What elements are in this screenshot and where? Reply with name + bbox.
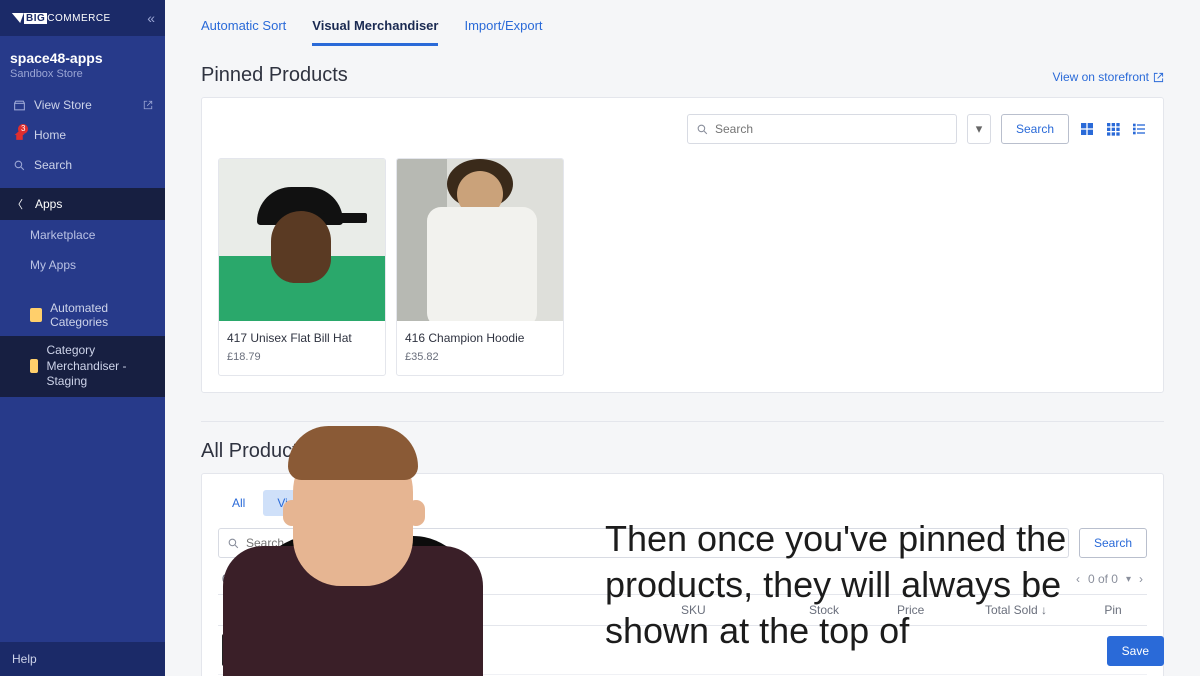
product-title: 416 Champion Hoodie (405, 331, 555, 345)
store-block: space48-apps Sandbox Store (0, 36, 165, 90)
nav-apps-section[interactable]: 〈 Apps (0, 188, 165, 220)
pinned-card: ▾ Search 417 Unise (201, 97, 1164, 393)
pinned-search-box[interactable] (687, 114, 957, 144)
tab-visual-merchandiser[interactable]: Visual Merchandiser (312, 12, 438, 46)
filter-tab-all[interactable]: All (218, 490, 259, 516)
col-sku[interactable]: SKU (681, 603, 801, 617)
product-card[interactable]: 416 Champion Hoodie £35.82 (396, 158, 564, 376)
primary-nav: View Store 3 Home Search (0, 90, 165, 180)
app-category-merchandiser[interactable]: Category Merchandiser - Staging (0, 336, 165, 397)
pager-next[interactable]: › (1139, 572, 1143, 586)
product-image (219, 159, 385, 321)
pinned-search-button[interactable]: Search (1001, 114, 1069, 144)
table-header: Name SKU Stock Price Total Sold ↓ Pin (218, 594, 1147, 626)
nav-apps-label: Apps (35, 197, 62, 211)
product-count: 0 Products (222, 572, 279, 586)
row-thumb (222, 634, 254, 666)
external-link-icon (143, 100, 153, 110)
all-products-card: All Visible Search 0 Products ‹ 0 of 0 (201, 473, 1164, 676)
pinned-product-grid: 417 Unisex Flat Bill Hat £18.79 416 Cham… (218, 158, 1147, 376)
app-chip-icon (30, 359, 38, 373)
all-search-button[interactable]: Search (1079, 528, 1147, 558)
nav-my-apps[interactable]: My Apps (0, 250, 165, 280)
pager-prev[interactable]: ‹ (1076, 572, 1080, 586)
view-storefront-link[interactable]: View on storefront (1053, 70, 1165, 84)
nav-help[interactable]: Help (0, 642, 165, 676)
product-title: 417 Unisex Flat Bill Hat (227, 331, 377, 345)
sort-desc-icon: ↓ (1041, 603, 1047, 617)
product-price: £18.79 (227, 351, 377, 363)
table-row[interactable]: 419 Black mu (218, 626, 1147, 675)
all-search-input[interactable] (246, 536, 1060, 550)
grid-large-icon[interactable] (1079, 121, 1095, 137)
storefront-icon (12, 99, 26, 112)
collapse-sidebar-icon[interactable]: « (147, 10, 155, 26)
all-products-title: All Products (201, 440, 308, 463)
home-badge: 3 (18, 124, 28, 134)
filter-tab-visible[interactable]: Visible (263, 490, 326, 516)
col-stock[interactable]: Stock (809, 603, 889, 617)
pinned-products-section: Pinned Products View on storefront ▾ Sea… (165, 46, 1200, 393)
col-price[interactable]: Price (897, 603, 977, 617)
external-link-icon (1153, 72, 1164, 83)
tab-import-export[interactable]: Import/Export (464, 12, 542, 45)
brand-text: BIGCOMMERCE (24, 13, 111, 24)
pager: ‹ 0 of 0 ▾ › (1076, 572, 1143, 586)
all-products-section: All Products All Visible Search 0 Produc… (165, 422, 1200, 676)
nav-view-store-label: View Store (34, 98, 92, 112)
col-total-sold[interactable]: Total Sold ↓ (985, 603, 1075, 617)
app-chip-icon (30, 308, 42, 322)
nav-search[interactable]: Search (0, 150, 165, 180)
logo-mark-icon (8, 13, 24, 23)
grid-small-icon[interactable] (1105, 121, 1121, 137)
product-card[interactable]: 417 Unisex Flat Bill Hat £18.79 (218, 158, 386, 376)
pager-dropdown[interactable]: ▾ (1126, 574, 1131, 585)
nav-marketplace[interactable]: Marketplace (0, 220, 165, 250)
product-image (397, 159, 563, 321)
nav-search-label: Search (34, 158, 72, 172)
col-pin[interactable]: Pin (1083, 603, 1143, 617)
main-content: Automatic Sort Visual Merchandiser Impor… (165, 0, 1200, 676)
all-search-box[interactable] (218, 528, 1069, 558)
search-icon (696, 123, 709, 136)
list-icon[interactable] (1131, 121, 1147, 137)
pinned-search-input[interactable] (715, 122, 948, 136)
pinned-title: Pinned Products (201, 64, 348, 87)
nav-home[interactable]: 3 Home (0, 120, 165, 150)
chevron-left-icon: 〈 (12, 196, 23, 212)
page-tabs: Automatic Sort Visual Merchandiser Impor… (165, 0, 1200, 46)
nav-home-label: Home (34, 128, 66, 142)
filter-tabs: All Visible (218, 490, 1147, 516)
store-subtitle: Sandbox Store (10, 68, 155, 80)
brand-logo: BIGCOMMERCE (10, 13, 111, 24)
app-automated-categories[interactable]: Automated Categories (0, 294, 165, 336)
search-icon (12, 159, 26, 172)
sidebar: BIGCOMMERCE « space48-apps Sandbox Store… (0, 0, 165, 676)
pinned-search-dropdown[interactable]: ▾ (967, 114, 991, 144)
pager-text: 0 of 0 (1088, 572, 1118, 586)
nav-view-store[interactable]: View Store (0, 90, 165, 120)
view-mode-icons (1079, 121, 1147, 137)
search-icon (227, 537, 240, 550)
col-name[interactable]: Name (270, 603, 673, 617)
product-price: £35.82 (405, 351, 555, 363)
row-name: 419 Black mu (270, 643, 673, 657)
sidebar-topbar: BIGCOMMERCE « (0, 0, 165, 36)
store-name: space48-apps (10, 50, 155, 66)
save-button[interactable]: Save (1107, 636, 1164, 666)
tab-automatic-sort[interactable]: Automatic Sort (201, 12, 286, 45)
